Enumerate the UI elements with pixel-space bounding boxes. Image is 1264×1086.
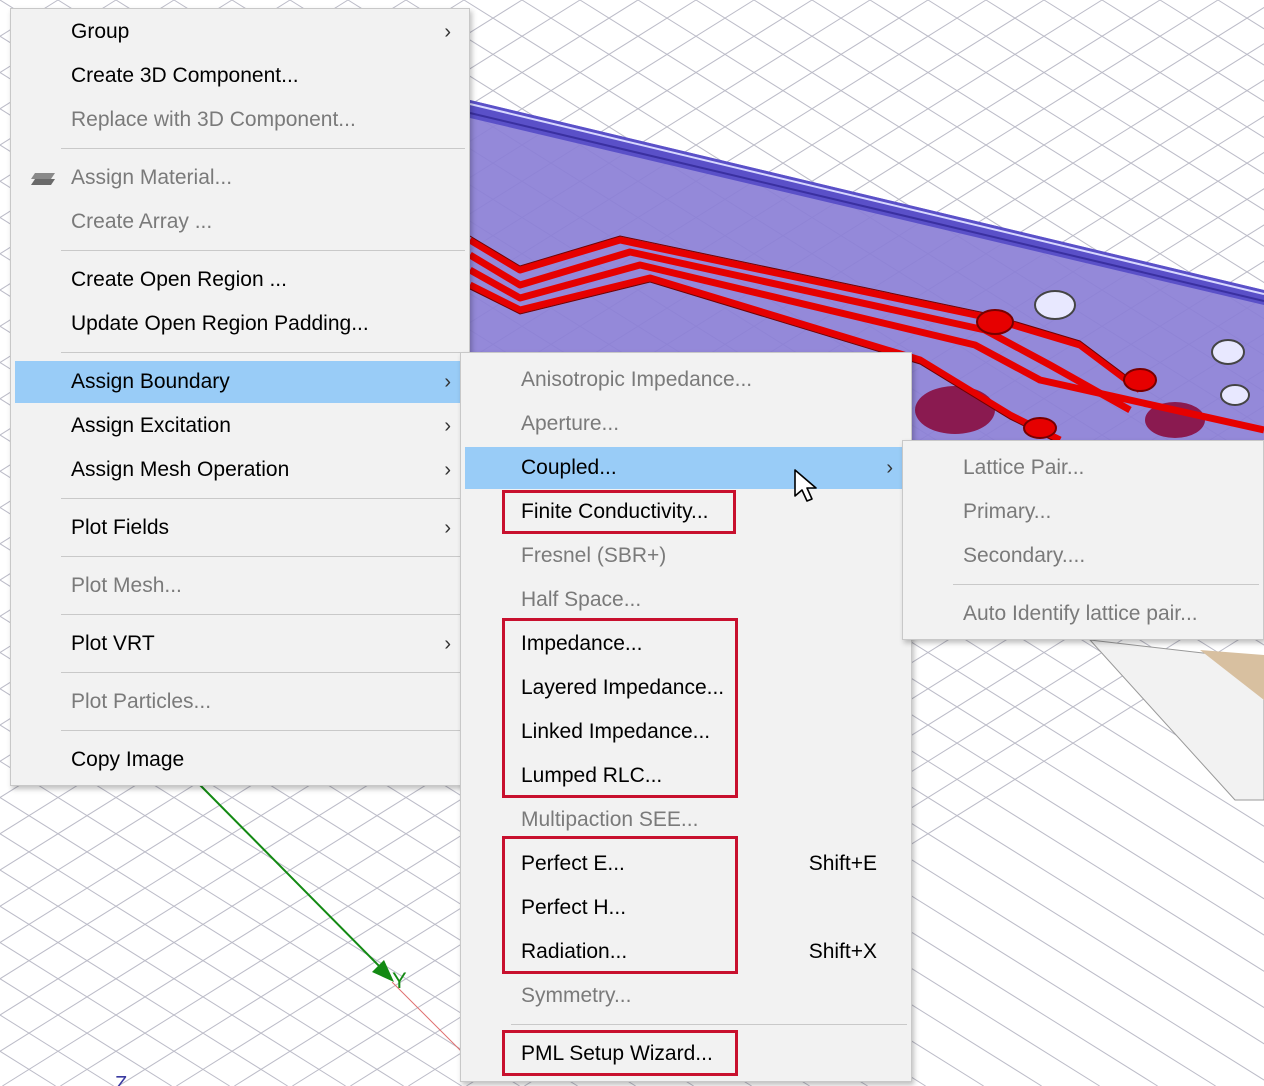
- menu-item-assign-excitation[interactable]: Assign Excitation ›: [15, 405, 465, 447]
- chevron-right-icon: ›: [444, 459, 451, 481]
- chevron-right-icon: ›: [444, 517, 451, 539]
- menu-item-auto-identify-lattice-pair[interactable]: Auto Identify lattice pair...: [907, 593, 1259, 635]
- menu-item-label: Replace with 3D Component...: [71, 108, 356, 131]
- menu-item-primary[interactable]: Primary...: [907, 491, 1259, 533]
- menu-item-label: Create Open Region ...: [71, 268, 287, 291]
- annotation-box-impedance-group: [502, 618, 738, 798]
- chevron-right-icon: ›: [886, 457, 893, 479]
- menu-item-multipaction-see[interactable]: Multipaction SEE...: [465, 799, 907, 841]
- menu-item-label: Half Space...: [521, 588, 642, 611]
- menu-item-label: Plot Fields: [71, 516, 170, 539]
- coupled-submenu: Lattice Pair... Primary... Secondary....…: [902, 440, 1264, 640]
- menu-item-label: Assign Boundary: [71, 370, 230, 393]
- shortcut-label: Shift+X: [808, 940, 877, 963]
- menu-item-label: Secondary....: [963, 544, 1086, 567]
- shortcut-label: Shift+E: [808, 852, 877, 875]
- menu-item-copy-image[interactable]: Copy Image: [15, 739, 465, 781]
- menu-item-plot-particles[interactable]: Plot Particles...: [15, 681, 465, 723]
- via-hole: [1220, 384, 1250, 406]
- menu-item-assign-mesh-operation[interactable]: Assign Mesh Operation ›: [15, 449, 465, 491]
- menu-item-anisotropic-impedance[interactable]: Anisotropic Impedance...: [465, 359, 907, 401]
- chevron-right-icon: ›: [444, 371, 451, 393]
- chevron-right-icon: ›: [444, 633, 451, 655]
- menu-item-plot-mesh[interactable]: Plot Mesh...: [15, 565, 465, 607]
- via-pad-copper: [1023, 417, 1057, 439]
- menu-item-label: Auto Identify lattice pair...: [963, 602, 1198, 625]
- menu-item-create-array[interactable]: Create Array ...: [15, 201, 465, 243]
- menu-item-label: Create Array ...: [71, 210, 213, 233]
- menu-item-label: Copy Image: [71, 748, 185, 771]
- menu-item-create-open-region[interactable]: Create Open Region ...: [15, 259, 465, 301]
- axis-x-line: [391, 981, 471, 1061]
- menu-item-label: Plot Mesh...: [71, 574, 182, 597]
- menu-item-update-open-region-padding[interactable]: Update Open Region Padding...: [15, 303, 465, 345]
- via-hole: [1034, 290, 1076, 320]
- menu-item-assign-boundary[interactable]: Assign Boundary ›: [15, 361, 465, 403]
- menu-item-label: Assign Excitation: [71, 414, 231, 437]
- menu-item-replace-3d-component[interactable]: Replace with 3D Component...: [15, 99, 465, 141]
- menu-item-label: Plot Particles...: [71, 690, 212, 713]
- menu-separator: [511, 1024, 907, 1025]
- menu-separator: [61, 352, 465, 353]
- menu-item-label: Primary...: [963, 500, 1052, 523]
- menu-item-label: Symmetry...: [521, 984, 632, 1007]
- mouse-cursor-icon: [794, 469, 817, 502]
- annotation-box-finite-conductivity: [502, 490, 736, 534]
- menu-item-aperture[interactable]: Aperture...: [465, 403, 907, 445]
- context-menu: Group › Create 3D Component... Replace w…: [10, 8, 470, 786]
- menu-item-secondary[interactable]: Secondary....: [907, 535, 1259, 577]
- menu-item-group[interactable]: Group ›: [15, 11, 465, 53]
- via-pad-copper: [976, 309, 1014, 335]
- menu-item-plot-vrt[interactable]: Plot VRT ›: [15, 623, 465, 665]
- menu-separator: [953, 584, 1259, 585]
- menu-item-label: Create 3D Component...: [71, 64, 299, 87]
- menu-item-label: Plot VRT: [71, 632, 155, 655]
- menu-item-assign-material[interactable]: Assign Material...: [15, 157, 465, 199]
- axis-z-label: Z: [115, 1073, 127, 1086]
- chevron-right-icon: ›: [444, 415, 451, 437]
- menu-item-lattice-pair[interactable]: Lattice Pair...: [907, 447, 1259, 489]
- via-pad-copper: [1123, 368, 1157, 392]
- menu-item-label: Multipaction SEE...: [521, 808, 699, 831]
- menu-item-plot-fields[interactable]: Plot Fields ›: [15, 507, 465, 549]
- menu-separator: [61, 498, 465, 499]
- menu-separator: [61, 614, 465, 615]
- menu-item-label: Aperture...: [521, 412, 620, 435]
- menu-separator: [61, 556, 465, 557]
- menu-item-symmetry[interactable]: Symmetry...: [465, 975, 907, 1017]
- menu-item-label: Anisotropic Impedance...: [521, 368, 753, 391]
- menu-item-label: Assign Material...: [71, 166, 233, 189]
- menu-item-label: Group: [71, 20, 130, 43]
- menu-separator: [61, 148, 465, 149]
- menu-item-label: Fresnel (SBR+): [521, 544, 667, 567]
- menu-item-fresnel-sbr[interactable]: Fresnel (SBR+): [465, 535, 907, 577]
- menu-item-label: Update Open Region Padding...: [71, 312, 369, 335]
- via-hole: [1211, 339, 1245, 365]
- layers-icon: [31, 173, 55, 185]
- menu-separator: [61, 672, 465, 673]
- axis-y-line: [199, 784, 389, 976]
- chevron-right-icon: ›: [444, 21, 451, 43]
- menu-item-coupled[interactable]: Coupled... ›: [465, 447, 907, 489]
- menu-item-create-3d-component[interactable]: Create 3D Component...: [15, 55, 465, 97]
- menu-item-label: Lattice Pair...: [963, 456, 1085, 479]
- menu-item-label: Assign Mesh Operation: [71, 458, 290, 481]
- menu-separator: [61, 730, 465, 731]
- menu-item-half-space[interactable]: Half Space...: [465, 579, 907, 621]
- via-pad: [915, 386, 995, 434]
- menu-separator: [61, 250, 465, 251]
- annotation-box-perfect-radiation-group: [502, 836, 738, 974]
- menu-item-label: Coupled...: [521, 456, 617, 479]
- annotation-box-pml-setup-wizard: [502, 1030, 738, 1076]
